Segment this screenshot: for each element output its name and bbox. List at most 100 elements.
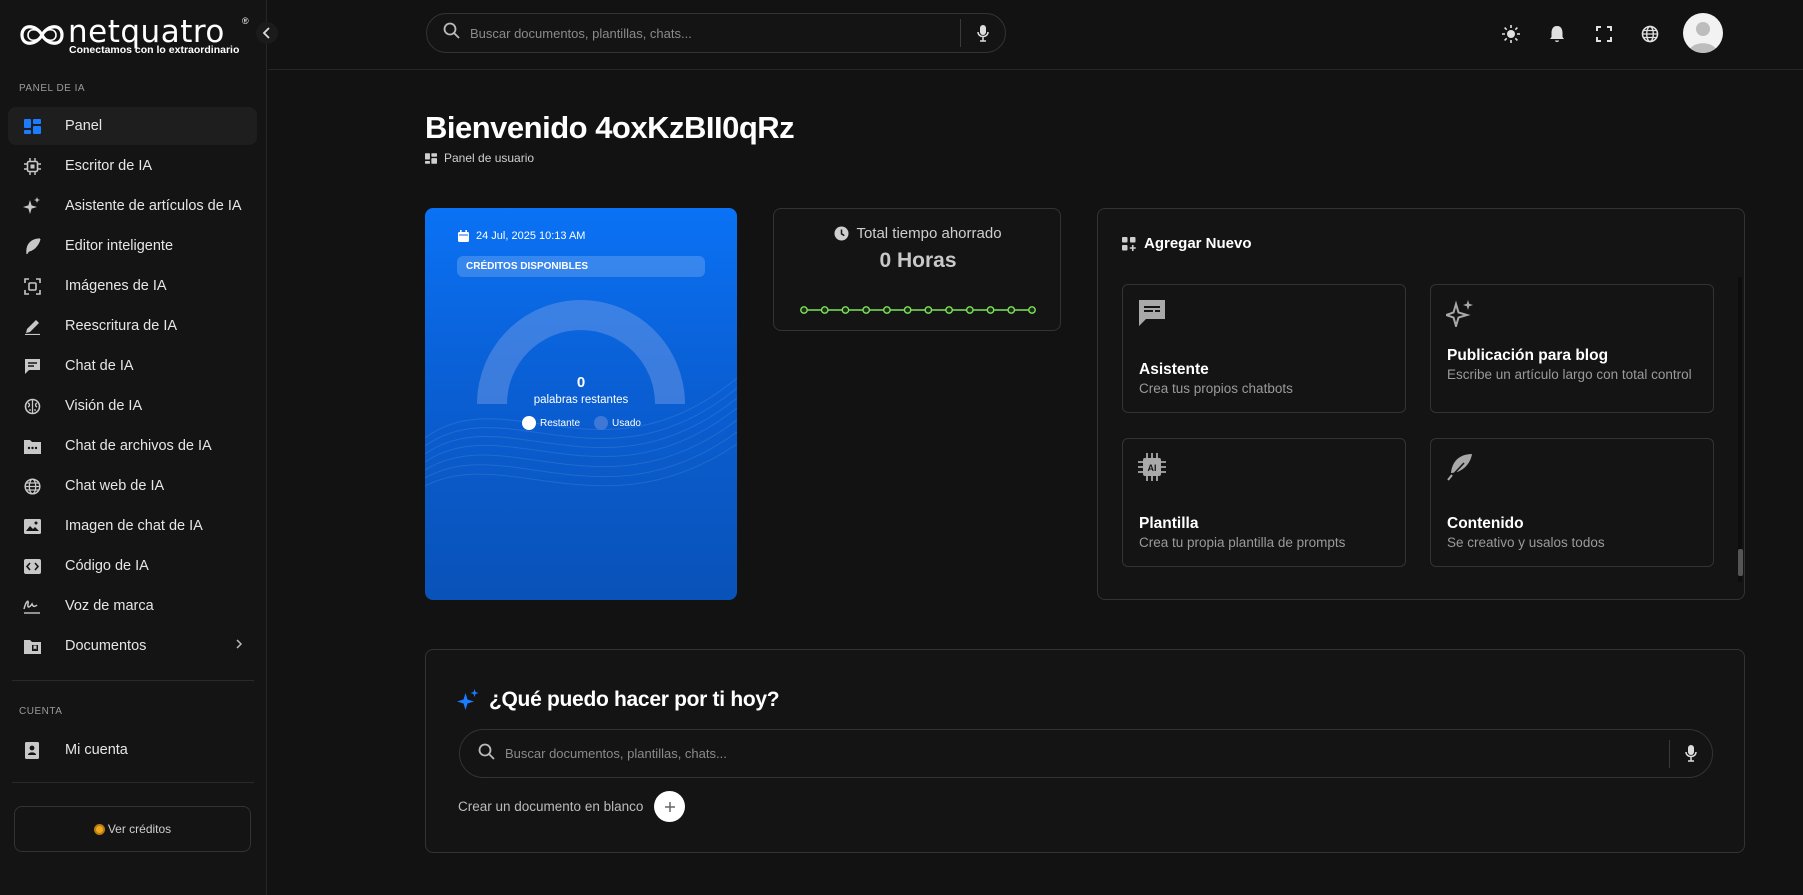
tile-content[interactable]: Contenido Se creativo y usalos todos xyxy=(1430,438,1714,567)
tiles-scrollbar-track[interactable] xyxy=(1738,277,1742,582)
credits-date-label: 24 Jul, 2025 10:13 AM xyxy=(476,230,586,242)
top-search-bar xyxy=(426,13,1006,53)
ai-chip-icon: AI xyxy=(1138,453,1166,481)
tile-title: Contenido xyxy=(1447,515,1524,532)
plus-icon xyxy=(664,801,675,812)
sidebar-item-ai-rewrite[interactable]: Reescritura de IA xyxy=(8,307,257,345)
dashboard-icon xyxy=(23,117,41,135)
search-icon xyxy=(478,743,495,765)
create-blank-document-button[interactable] xyxy=(654,791,686,822)
prompt-search-input[interactable] xyxy=(505,746,1669,761)
legend-used-swatch xyxy=(594,416,609,430)
sidebar-item-panel[interactable]: Panel xyxy=(8,107,257,145)
app-root: netquatro ® Conectamos con lo extraordin… xyxy=(0,0,1803,895)
sidebar-item-label: Mi cuenta xyxy=(65,742,128,758)
page-title: Bienvenido 4oxKzBII0qRz xyxy=(425,110,795,145)
credits-legend: Restante Usado xyxy=(522,416,641,430)
add-new-card: Agregar Nuevo Asistente Crea tus propios… xyxy=(1097,208,1745,600)
search-icon xyxy=(443,22,460,44)
folder-icon xyxy=(23,637,41,655)
user-avatar[interactable] xyxy=(1683,13,1723,53)
microphone-icon[interactable] xyxy=(961,24,1005,42)
chat-bubble-icon xyxy=(1138,299,1166,327)
tile-desc: Crea tu propia plantilla de prompts xyxy=(1139,535,1346,550)
sidebar-item-smart-editor[interactable]: Editor inteligente xyxy=(8,227,257,265)
collapse-sidebar-button[interactable] xyxy=(256,22,278,44)
sparkline-point xyxy=(986,306,995,314)
sidebar-item-label: Escritor de IA xyxy=(65,158,153,174)
available-credits-badge: CRÉDITOS DISPONIBLES xyxy=(457,256,705,277)
credits-gauge xyxy=(477,300,685,404)
prompt-search-bar xyxy=(459,729,1713,778)
tile-template[interactable]: AI Plantilla Crea tu propia plantilla de… xyxy=(1122,438,1406,567)
file-chat-icon xyxy=(23,437,41,455)
sidebar-item-label: Reescritura de IA xyxy=(65,318,178,334)
sidebar-item-article-assistant[interactable]: Asistente de artículos de IA xyxy=(8,187,257,225)
prompt-title: ¿Qué puedo hacer por ti hoy? xyxy=(457,688,780,712)
tile-desc: Crea tus propios chatbots xyxy=(1139,381,1293,396)
time-saved-title: Total tiempo ahorrado xyxy=(774,225,1062,242)
theme-toggle-icon[interactable] xyxy=(1501,24,1521,44)
chat-icon xyxy=(23,357,41,375)
tile-assistant[interactable]: Asistente Crea tus propios chatbots xyxy=(1122,284,1406,413)
sidebar-item-documents[interactable]: Documentos xyxy=(8,627,257,665)
sidebar-item-label: Imágenes de IA xyxy=(65,278,167,294)
brain-icon xyxy=(23,397,41,415)
sidebar-item-label: Código de IA xyxy=(65,558,149,574)
infinity-logo-icon xyxy=(20,25,64,45)
bell-icon[interactable] xyxy=(1547,24,1567,44)
top-search-input[interactable] xyxy=(470,25,960,41)
sidebar-item-label: Chat de archivos de IA xyxy=(65,438,212,454)
image-scan-icon xyxy=(23,277,41,295)
calendar-icon xyxy=(457,230,469,242)
brand-tagline: Conectamos con lo extraordinario xyxy=(69,44,240,56)
sparkline-point xyxy=(862,306,871,314)
sidebar-item-ai-chat[interactable]: Chat de IA xyxy=(8,347,257,385)
chevron-left-icon xyxy=(262,27,270,39)
sparkline-point xyxy=(883,306,891,314)
chip-icon xyxy=(23,157,41,175)
globe-icon xyxy=(23,477,41,495)
sparkline-point xyxy=(841,306,850,314)
time-saved-title-label: Total tiempo ahorrado xyxy=(856,225,1002,242)
contact-card-icon xyxy=(23,741,41,759)
sparkline-point xyxy=(800,306,808,314)
code-icon xyxy=(23,557,41,575)
fullscreen-icon[interactable] xyxy=(1594,24,1614,44)
credits-date: 24 Jul, 2025 10:13 AM xyxy=(457,230,585,242)
view-credits-button[interactable]: Ver créditos xyxy=(14,806,251,852)
sidebar-item-ai-code[interactable]: Código de IA xyxy=(8,547,257,585)
sparkline-point xyxy=(924,306,933,314)
microphone-icon[interactable] xyxy=(1670,745,1712,762)
brand-logo[interactable]: netquatro ® Conectamos con lo extraordin… xyxy=(18,14,254,58)
sidebar-item-ai-images[interactable]: Imágenes de IA xyxy=(8,267,257,305)
language-globe-icon[interactable] xyxy=(1640,24,1660,44)
legend-remaining-swatch xyxy=(522,416,536,430)
sidebar-item-my-account[interactable]: Mi cuenta xyxy=(8,731,257,769)
add-new-title-label: Agregar Nuevo xyxy=(1144,235,1252,252)
topbar xyxy=(268,0,1803,70)
sidebar-item-ai-writer[interactable]: Escritor de IA xyxy=(8,147,257,185)
sparkline-point xyxy=(903,306,912,314)
photo-icon xyxy=(23,517,41,535)
sidebar-item-label: Visión de IA xyxy=(65,398,143,414)
tile-title: Asistente xyxy=(1139,361,1209,378)
sparkle-icon xyxy=(1442,299,1474,330)
credits-value-label: palabras restantes xyxy=(533,394,629,406)
credits-value: 0 xyxy=(576,374,586,391)
tiles-scrollbar-thumb[interactable] xyxy=(1738,549,1743,576)
sidebar-item-web-chat[interactable]: Chat web de IA xyxy=(8,467,257,505)
tile-blog-post[interactable]: Publicación para blog Escribe un artícul… xyxy=(1430,284,1714,413)
sidebar-item-label: Voz de marca xyxy=(65,598,154,614)
sidebar-item-ai-vision[interactable]: Visión de IA xyxy=(8,387,257,425)
sparkle-icon xyxy=(23,197,41,215)
add-grid-icon xyxy=(1122,236,1136,251)
sidebar-item-brand-voice[interactable]: Voz de marca xyxy=(8,587,257,625)
sidebar-item-file-chat[interactable]: Chat de archivos de IA xyxy=(8,427,257,465)
blank-document-label[interactable]: Crear un documento en blanco xyxy=(458,799,643,814)
sidebar-item-chat-image[interactable]: Imagen de chat de IA xyxy=(8,507,257,545)
pen-icon xyxy=(23,317,41,335)
sidebar: netquatro ® Conectamos con lo extraordin… xyxy=(0,0,278,895)
sidebar-item-label: Chat web de IA xyxy=(65,478,165,494)
add-new-title: Agregar Nuevo xyxy=(1122,235,1252,252)
